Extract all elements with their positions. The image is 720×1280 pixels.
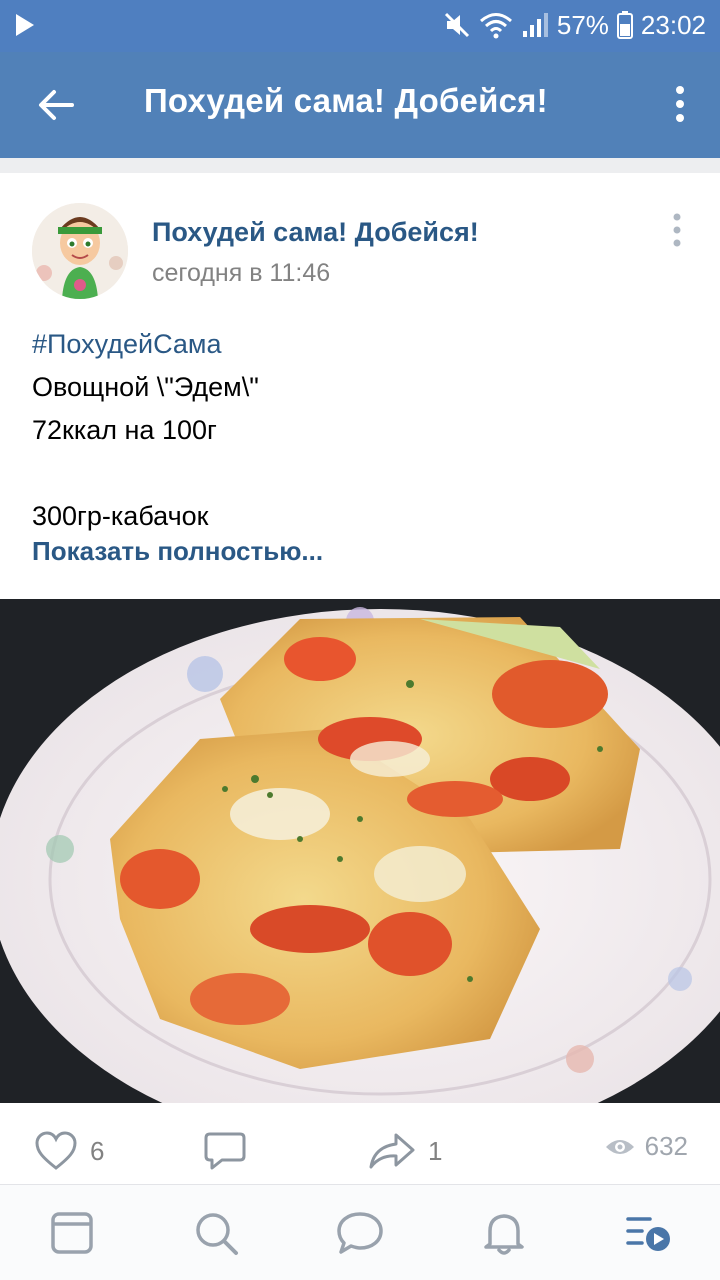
post-card: Похудей сама! Добейся! сегодня в 11:46 #… <box>0 173 720 1193</box>
post-actions: 6 1 632 <box>0 1113 720 1193</box>
post-text-line: 300гр-кабачок <box>32 501 209 531</box>
avatar[interactable] <box>32 203 128 299</box>
battery-percent: 57% <box>556 9 609 40</box>
eye-icon <box>605 1139 634 1154</box>
status-time: 23:02 <box>640 9 706 40</box>
comment-icon <box>204 1132 246 1170</box>
mute-icon <box>444 12 469 38</box>
post-author[interactable]: Похудей сама! Добейся! <box>152 217 479 248</box>
post-text-line: Овощной \"Эдем\" <box>32 372 259 402</box>
like-count: 6 <box>90 1135 105 1166</box>
bottom-tab-bar <box>0 1184 720 1280</box>
show-more-link[interactable]: Показать полностью... <box>32 536 323 567</box>
page-title: Похудей сама! Добейся! <box>144 82 548 119</box>
share-count: 1 <box>428 1135 443 1166</box>
share-button[interactable]: 1 <box>368 1131 442 1171</box>
play-icon <box>16 14 34 36</box>
comment-button[interactable] <box>204 1131 246 1171</box>
signal-icon <box>522 13 548 37</box>
news-icon[interactable] <box>48 1209 96 1257</box>
views-counter: 632 <box>605 1131 688 1162</box>
search-icon[interactable] <box>192 1209 240 1257</box>
wifi-icon <box>479 13 512 39</box>
status-bar: 57% 23:02 <box>0 0 720 52</box>
feed-video-icon[interactable] <box>624 1209 672 1257</box>
more-vertical-icon[interactable] <box>672 213 682 247</box>
messages-icon[interactable] <box>336 1209 384 1257</box>
post-photo[interactable] <box>0 599 720 1103</box>
post-text-line <box>32 452 692 495</box>
bell-icon[interactable] <box>480 1209 528 1257</box>
heart-icon <box>35 1131 77 1170</box>
back-arrow-icon[interactable] <box>36 85 76 125</box>
share-icon <box>369 1133 415 1169</box>
battery-icon <box>616 11 633 39</box>
app-bar: Похудей сама! Добейся! <box>0 52 720 158</box>
more-vertical-icon[interactable] <box>674 86 686 122</box>
like-button[interactable]: 6 <box>34 1131 104 1171</box>
post-text-line: 72ккал на 100г <box>32 415 217 445</box>
views-count: 632 <box>644 1131 688 1161</box>
post-text: #ПохудейСама Овощной \"Эдем\" 72ккал на … <box>32 323 692 538</box>
post-time: сегодня в 11:46 <box>152 259 331 287</box>
hashtag-link[interactable]: #ПохудейСама <box>32 323 692 366</box>
